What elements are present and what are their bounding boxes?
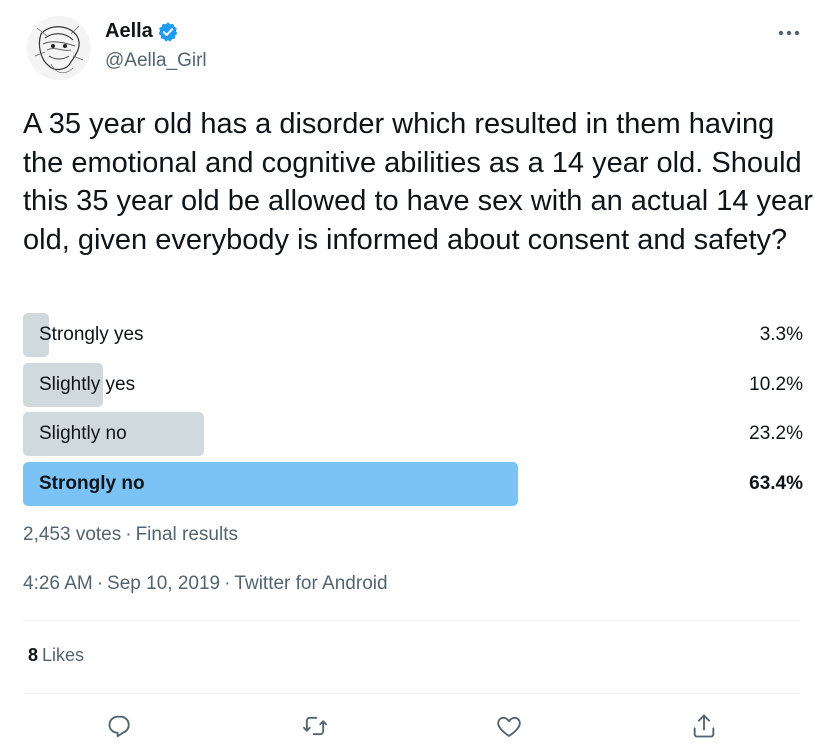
likes-link[interactable]: 8 Likes: [28, 645, 84, 666]
poll-status: Final results: [135, 524, 238, 545]
poll-option: Slightly no 23.2%: [23, 412, 803, 456]
poll-option: Strongly yes 3.3%: [23, 313, 803, 357]
tweet-text: A 35 year old has a disorder which resul…: [23, 108, 813, 256]
poll: Strongly yes 3.3% Slightly yes 10.2% Sli…: [23, 313, 803, 511]
poll-votes: 2,453 votes: [23, 524, 122, 545]
poll-option-percent: 23.2%: [749, 423, 803, 444]
author-name-row[interactable]: Aella: [105, 20, 179, 43]
separator: ·: [224, 573, 231, 594]
more-horizontal-icon[interactable]: [774, 20, 804, 46]
poll-option-label: Strongly no: [39, 472, 145, 494]
verified-badge-icon: [157, 21, 179, 43]
reply-icon[interactable]: [102, 708, 138, 744]
divider: [23, 620, 800, 621]
heart-icon[interactable]: [491, 708, 527, 744]
author-handle[interactable]: @Aella_Girl: [105, 50, 207, 72]
poll-option-label: Slightly yes: [39, 373, 136, 395]
author-display-name[interactable]: Aella: [105, 20, 153, 43]
tweet-source[interactable]: Twitter for Android: [234, 573, 387, 594]
timestamp-row: 4:26 AM · Sep 10, 2019 · Twitter for Android: [23, 573, 388, 595]
poll-option: Slightly yes 10.2%: [23, 362, 803, 407]
poll-option-label: Strongly yes: [39, 324, 144, 345]
poll-meta: 2,453 votes · Final results: [23, 524, 238, 546]
avatar-image: [27, 16, 91, 80]
separator: ·: [96, 573, 104, 594]
likes-label: Likes: [42, 645, 85, 665]
share-icon[interactable]: [686, 708, 722, 744]
poll-option: Strongly no 63.4%: [23, 461, 803, 506]
poll-option-percent: 63.4%: [749, 472, 803, 494]
separator: ·: [125, 524, 132, 545]
retweet-icon[interactable]: [297, 708, 333, 744]
action-bar: [0, 708, 816, 748]
divider: [23, 693, 800, 694]
poll-option-label: Slightly no: [39, 423, 127, 444]
tweet-date[interactable]: Sep 10, 2019: [107, 573, 220, 594]
likes-count: 8: [28, 645, 39, 665]
avatar[interactable]: [27, 16, 91, 80]
poll-option-percent: 3.3%: [759, 324, 803, 345]
poll-option-percent: 10.2%: [749, 373, 803, 395]
tweet-time[interactable]: 4:26 AM: [23, 573, 93, 594]
